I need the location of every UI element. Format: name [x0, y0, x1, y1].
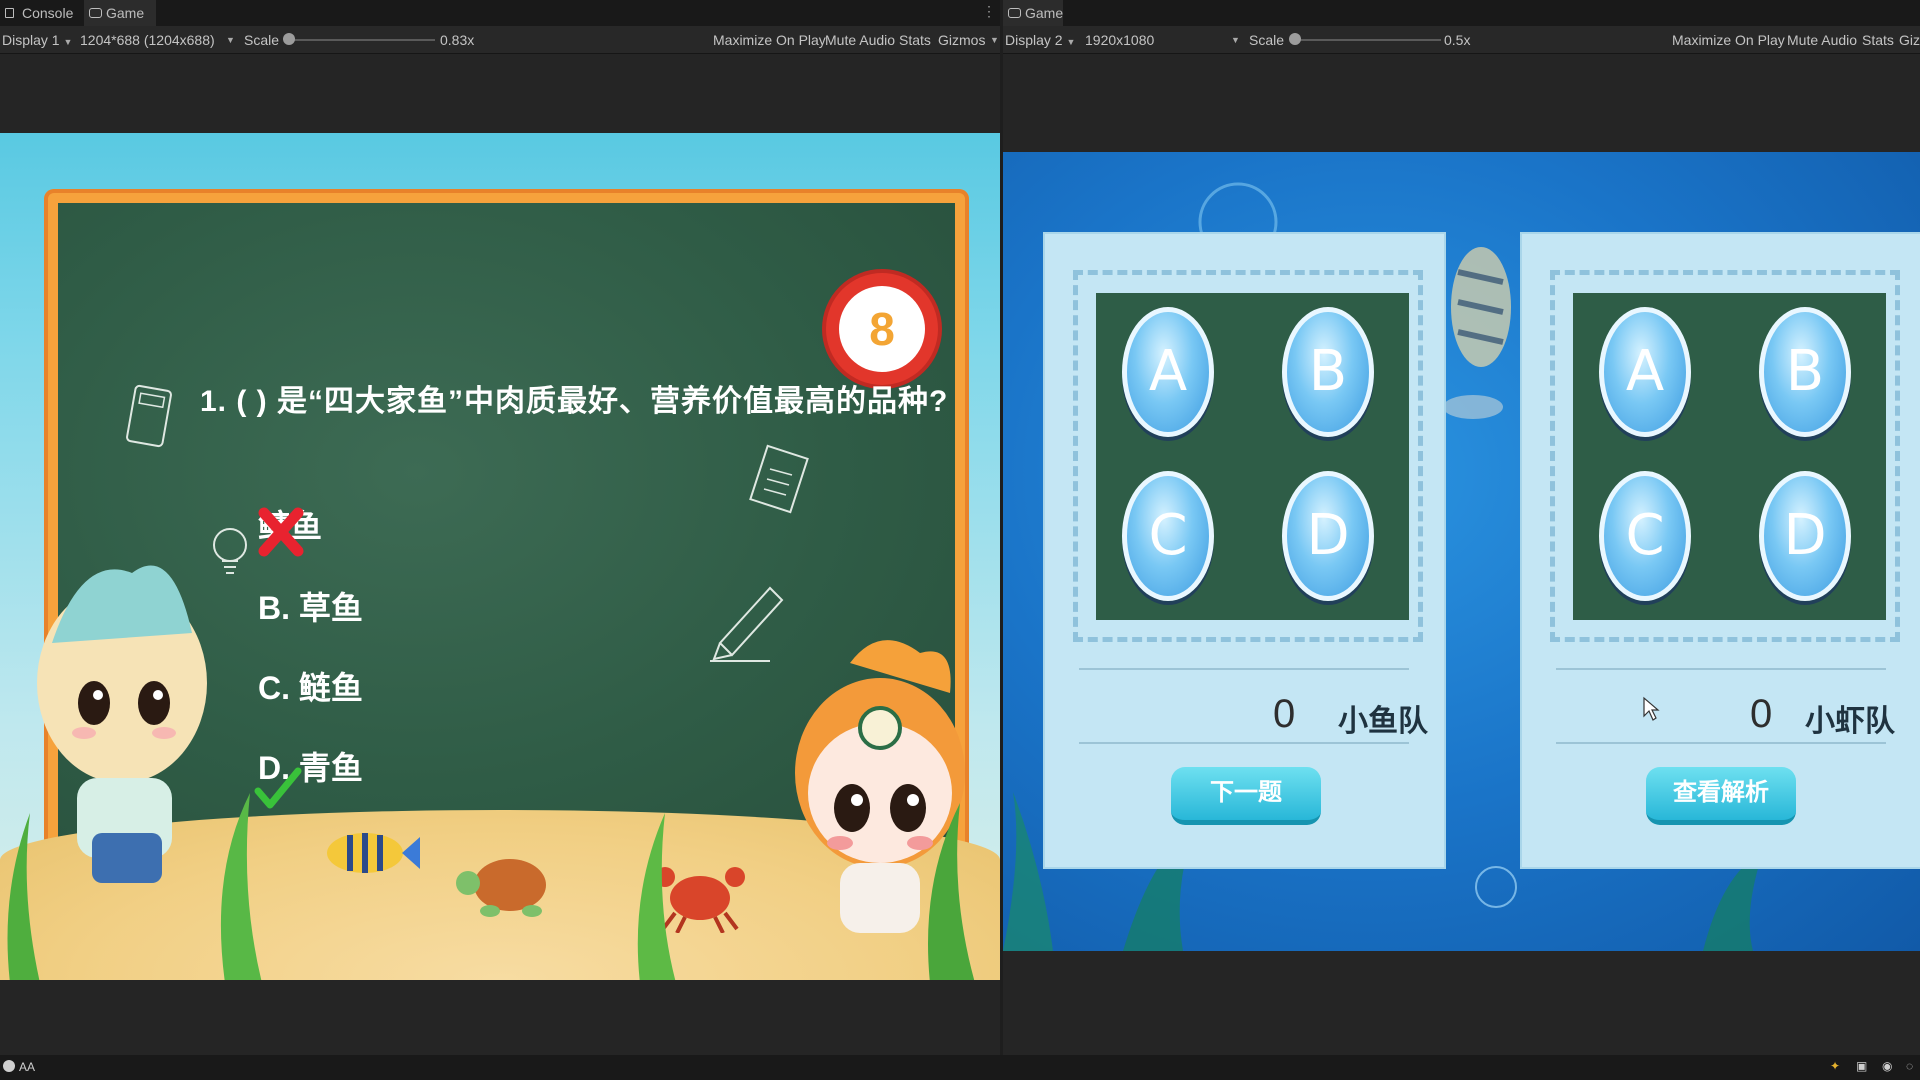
quiz-game-scene[interactable]: 8 1. ( ) 是“四大家鱼”中肉质最好、营养价值最高的品种? 鳙鱼 B. 草… [0, 133, 1000, 980]
team-score: 0 [1273, 692, 1296, 736]
display-dropdown[interactable]: Display 1 ▼ [2, 26, 72, 54]
scale-label: Scale [1249, 32, 1285, 48]
tab-label: Game [106, 5, 145, 21]
tab-console[interactable]: Console [0, 0, 82, 26]
answer-area-border: A B C D [1550, 270, 1900, 642]
gizmos-dropdown[interactable]: Gizmos [938, 26, 985, 54]
scale-slider-track[interactable] [1295, 39, 1441, 41]
scale-value: 0.5x [1444, 32, 1471, 48]
wrong-cross-icon [258, 507, 304, 557]
status-bar: AA ✦ ▣ ◉ ◌ [0, 1055, 1920, 1080]
chevron-down-icon[interactable]: ▼ [1231, 26, 1240, 54]
divider [1079, 668, 1409, 670]
team-score: 0 [1750, 692, 1773, 736]
chevron-down-icon[interactable]: ▼ [990, 26, 999, 54]
view-explanation-button[interactable]: 查看解析 [1646, 767, 1796, 825]
maximize-on-play-toggle[interactable]: Maximize On Play [1672, 26, 1785, 54]
seaweed-decoration [7, 793, 975, 980]
mouse-cursor-icon [1643, 696, 1660, 721]
tab-label: Console [22, 5, 74, 21]
stats-toggle[interactable]: Stats [1862, 26, 1894, 54]
scale-slider-track[interactable] [289, 39, 435, 41]
answer-button-a[interactable]: A [1122, 307, 1214, 437]
maximize-on-play-toggle[interactable]: Maximize On Play [713, 26, 826, 54]
divider [1079, 742, 1409, 744]
answer-board: A B C D [1573, 293, 1886, 620]
scale-slider-handle[interactable] [283, 33, 295, 45]
game-view-window-left: Console Game ⋮ Display 1 ▼ 1204*688 (120… [0, 0, 1000, 1055]
divider [1556, 668, 1886, 670]
stats-toggle[interactable]: Stats [899, 26, 931, 54]
answer-button-c[interactable]: C [1122, 471, 1214, 601]
gamepad-icon [1008, 8, 1021, 18]
answer-button-d[interactable]: D [1759, 471, 1851, 601]
team-name: 小鱼队 [1338, 705, 1428, 738]
calculator-doodle-icon [126, 384, 172, 448]
paper-doodle-icon [749, 444, 809, 514]
answer-area-border: A B C D [1073, 270, 1423, 642]
chevron-down-icon: ▼ [63, 37, 73, 47]
tab-game[interactable]: Game [1003, 0, 1063, 26]
sync-icon[interactable]: ◌ [1906, 1059, 1913, 1073]
settings-icon[interactable]: ◉ [1882, 1059, 1892, 1073]
question-text: 1. ( ) 是“四大家鱼”中肉质最好、营养价值最高的品种? [200, 385, 949, 418]
console-icon [5, 8, 14, 18]
team-answer-scene[interactable]: A B C D 0 小鱼队 下一题 A B C D 0 小虾队 查看解析 [1003, 152, 1920, 951]
game-toolbar: Display 1 ▼ 1204*688 (1204x688) ▼ Scale … [0, 26, 1000, 54]
more-options-icon[interactable]: ⋮ [982, 3, 996, 20]
answer-button-b[interactable]: B [1282, 307, 1374, 437]
answer-button-b[interactable]: B [1759, 307, 1851, 437]
tab-bar: Game [1003, 0, 1920, 26]
tab-label: Game [1025, 5, 1064, 21]
timer-value: 8 [839, 286, 925, 372]
scale-value: 0.83x [440, 32, 475, 48]
resolution-dropdown[interactable]: 1920x1080 [1085, 26, 1154, 54]
game-toolbar: Display 2 ▼ 1920x1080 ▼ Scale 0.5x Maxim… [1003, 26, 1920, 54]
info-icon [3, 1060, 15, 1072]
option-b[interactable]: B. 草鱼 [258, 583, 363, 629]
option-text: 草鱼 [298, 590, 363, 626]
answer-board: A B C D [1096, 293, 1409, 620]
next-question-button[interactable]: 下一题 [1171, 767, 1321, 825]
answer-button-c[interactable]: C [1599, 471, 1691, 601]
team-panel-fish: A B C D 0 小鱼队 下一题 [1043, 232, 1446, 869]
countdown-timer: 8 [826, 273, 938, 385]
display-label: Display 2 [1005, 32, 1063, 48]
display-label: Display 1 [2, 32, 60, 48]
team-name: 小虾队 [1805, 705, 1895, 738]
gizmos-dropdown[interactable]: Giz [1899, 26, 1920, 54]
resolution-label: 1204*688 (1204x688) [80, 32, 215, 48]
resolution-dropdown[interactable]: 1204*688 (1204x688) [80, 26, 215, 54]
option-letter: B. [258, 590, 290, 626]
display-dropdown[interactable]: Display 2 ▼ [1005, 26, 1075, 54]
team-panel-shrimp: A B C D 0 小虾队 查看解析 [1520, 232, 1920, 869]
scale-slider-handle[interactable] [1289, 33, 1301, 45]
mute-audio-toggle[interactable]: Mute Audio [825, 26, 895, 54]
lightbulb-status-icon[interactable]: ✦ [1830, 1059, 1840, 1073]
divider [1556, 742, 1886, 744]
answer-button-d[interactable]: D [1282, 471, 1374, 601]
tab-game[interactable]: Game [84, 0, 156, 26]
chevron-down-icon: ▼ [1066, 37, 1076, 47]
pencil-doodle-icon [710, 586, 784, 662]
chevron-down-icon[interactable]: ▼ [226, 26, 235, 54]
tab-bar: Console Game ⋮ [0, 0, 1000, 26]
answer-button-a[interactable]: A [1599, 307, 1691, 437]
gamepad-icon [89, 8, 102, 18]
status-text: AA [19, 1060, 36, 1074]
mute-audio-toggle[interactable]: Mute Audio [1787, 26, 1857, 54]
resolution-label: 1920x1080 [1085, 32, 1155, 48]
game-view-window-right: Game Display 2 ▼ 1920x1080 ▼ Scale 0.5x … [1003, 0, 1920, 1055]
scale-label: Scale [244, 32, 280, 48]
notification-icon[interactable]: ▣ [1856, 1059, 1867, 1073]
